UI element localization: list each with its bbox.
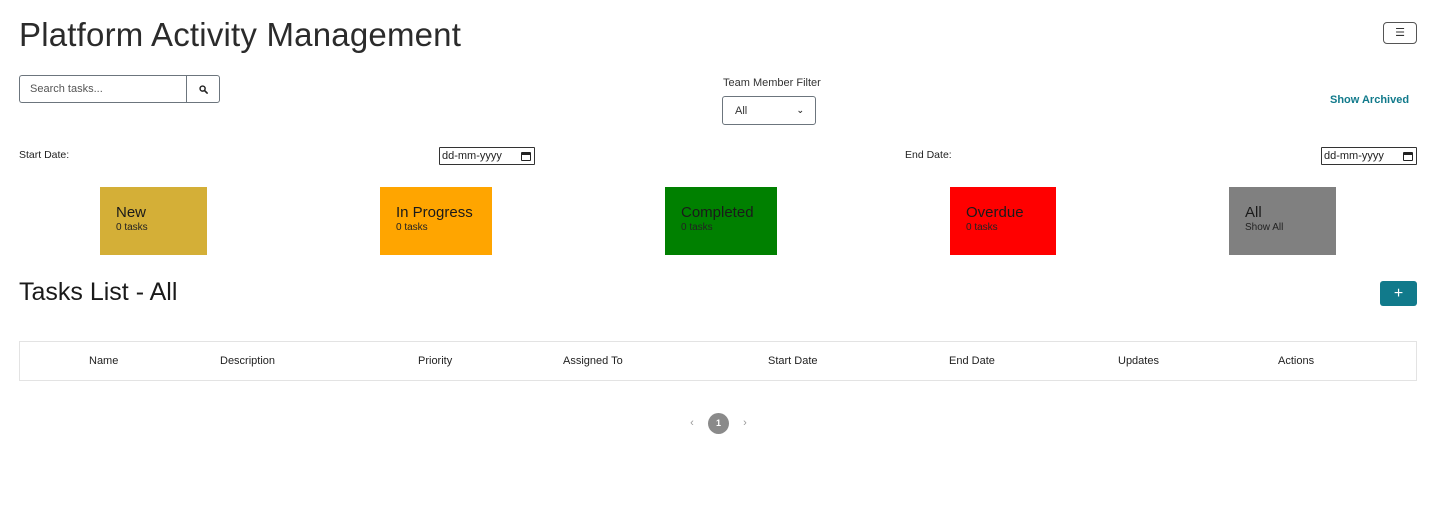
column-header-end-date[interactable]: End Date (949, 355, 995, 367)
team-member-filter-label: Team Member Filter (723, 77, 821, 89)
search-button[interactable] (186, 75, 220, 103)
status-card-all[interactable]: All Show All (1229, 187, 1336, 255)
chevron-down-icon: ⌄ (796, 105, 804, 115)
end-date-placeholder: dd-mm-yyyy (1324, 150, 1384, 162)
add-task-button[interactable]: + (1380, 281, 1417, 306)
column-header-updates[interactable]: Updates (1118, 355, 1159, 367)
hamburger-icon: ☰ (1395, 26, 1405, 39)
status-card-completed[interactable]: Completed 0 tasks (665, 187, 777, 255)
column-header-assigned-to[interactable]: Assigned To (563, 355, 623, 367)
pagination-page[interactable]: 1 (708, 412, 729, 434)
column-header-priority[interactable]: Priority (418, 355, 452, 367)
start-date-input[interactable]: dd-mm-yyyy (439, 147, 535, 165)
status-card-title: Completed (681, 204, 754, 221)
plus-icon: + (1393, 284, 1404, 302)
status-card-title: All (1245, 204, 1262, 221)
status-card-overdue[interactable]: Overdue 0 tasks (950, 187, 1056, 255)
column-header-actions[interactable]: Actions (1278, 355, 1314, 367)
pagination-next[interactable]: › (739, 417, 751, 429)
pagination-prev[interactable]: ‹ (686, 417, 698, 429)
start-date-placeholder: dd-mm-yyyy (442, 150, 502, 162)
search-bar (19, 75, 220, 103)
page-title: Platform Activity Management (19, 16, 462, 53)
column-header-name[interactable]: Name (89, 355, 118, 367)
start-date-label: Start Date: (19, 149, 70, 161)
end-date-input[interactable]: dd-mm-yyyy (1321, 147, 1417, 165)
status-card-count: 0 tasks (396, 222, 428, 233)
column-header-description[interactable]: Description (220, 355, 275, 367)
status-card-show-all: Show All (1245, 222, 1284, 233)
calendar-icon[interactable] (521, 151, 531, 161)
tasks-list-title: Tasks List - All (19, 278, 178, 306)
status-card-title: New (116, 204, 147, 221)
team-member-filter-select[interactable]: All ⌄ (722, 96, 816, 125)
status-card-new[interactable]: New 0 tasks (100, 187, 207, 255)
status-card-count: 0 tasks (116, 222, 148, 233)
status-card-count: 0 tasks (966, 222, 998, 233)
pagination: ‹ 1 › (686, 412, 751, 434)
column-header-start-date[interactable]: Start Date (768, 355, 818, 367)
search-input[interactable] (19, 75, 186, 103)
menu-button[interactable]: ☰ (1383, 22, 1417, 44)
status-card-title: In Progress (396, 204, 473, 221)
status-card-count: 0 tasks (681, 222, 713, 233)
calendar-icon[interactable] (1403, 151, 1413, 161)
tasks-table: Name Description Priority Assigned To St… (19, 341, 1417, 381)
status-card-title: Overdue (966, 204, 1024, 221)
team-member-filter-value: All (735, 104, 748, 117)
show-archived-link[interactable]: Show Archived (1330, 94, 1409, 106)
end-date-label: End Date: (905, 149, 952, 161)
status-card-in-progress[interactable]: In Progress 0 tasks (380, 187, 492, 255)
search-icon (198, 84, 208, 94)
